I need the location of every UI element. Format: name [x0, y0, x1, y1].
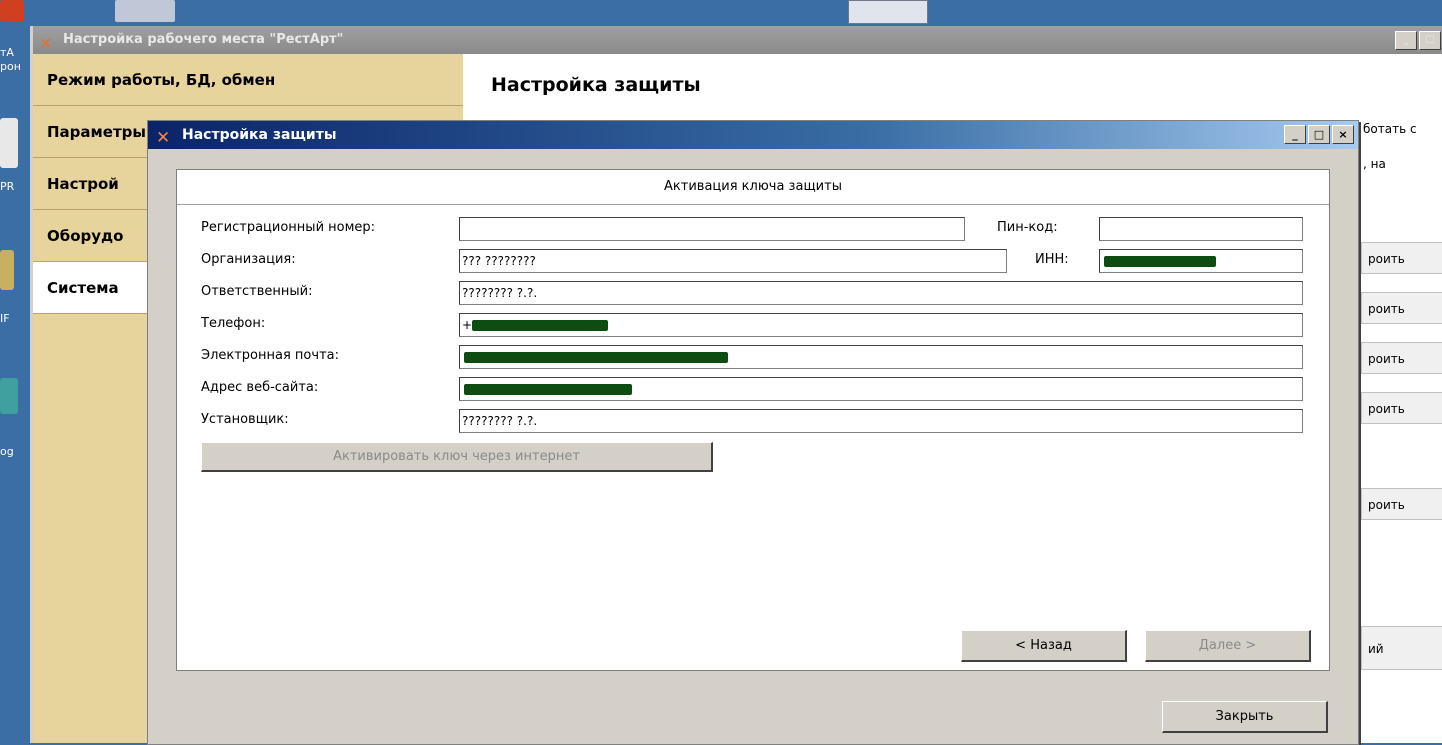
description-text: ботать с [1363, 122, 1417, 136]
activate-online-button[interactable]: Активировать ключ через интернет [201, 442, 713, 472]
redaction-mark [464, 352, 728, 363]
main-window-titlebar[interactable]: ✕ Настройка рабочего места "РестАрт" _ □ [33, 26, 1442, 54]
email-label: Электронная почта: [201, 348, 339, 363]
website-input[interactable] [459, 377, 1303, 401]
configure-button[interactable]: роить [1361, 392, 1442, 424]
pin-label: Пин-код: [997, 220, 1058, 235]
responsible-value: ???????? ?.?. [462, 286, 538, 300]
redaction-mark [1104, 256, 1216, 267]
maximize-button[interactable]: □ [1308, 125, 1330, 144]
tools-icon: ✕ [156, 128, 171, 148]
phone-label: Телефон: [201, 316, 266, 331]
network-shortcut-icon[interactable] [0, 378, 30, 414]
app-shortcut-icon[interactable] [0, 0, 30, 22]
page-title: Настройка защиты [491, 74, 701, 96]
desktop-icon-label: PR [0, 180, 15, 193]
close-icon[interactable]: × [1332, 125, 1354, 144]
configure-button[interactable]: роить [1361, 242, 1442, 274]
maximize-button[interactable]: □ [1419, 31, 1441, 50]
organization-label: Организация: [201, 252, 296, 267]
nav-item-mode-db-exchange[interactable]: Режим работы, БД, обмен [33, 54, 463, 106]
installer-value: ???????? ?.?. [462, 414, 538, 428]
reg-number-input[interactable] [459, 217, 965, 241]
redaction-mark [464, 384, 632, 395]
dialog-titlebar[interactable]: ✕ Настройка защиты _ □ × [148, 121, 1358, 149]
desktop-icon-label: og [0, 445, 14, 458]
panel-header: Активация ключа защиты [177, 170, 1329, 205]
configure-button[interactable]: роить [1361, 342, 1442, 374]
inn-label: ИНН: [1035, 252, 1069, 267]
action-button[interactable]: ий [1361, 626, 1442, 670]
desktop-icon-label: IF [0, 312, 10, 325]
organization-value: ??? ???????? [462, 254, 536, 268]
phone-input[interactable]: + [459, 313, 1303, 337]
reg-number-label: Регистрационный номер: [201, 220, 376, 235]
close-button[interactable]: Закрыть [1162, 701, 1328, 733]
desktop-icon-label: тА [0, 46, 14, 59]
pin-input[interactable] [1099, 217, 1303, 241]
configure-button[interactable]: роить [1361, 488, 1442, 520]
inn-input[interactable] [1099, 249, 1303, 273]
main-window-title: Настройка рабочего места "РестАрт" [63, 32, 344, 47]
configure-button[interactable]: роить [1361, 292, 1442, 324]
redaction-mark [472, 320, 609, 331]
protection-settings-dialog: ✕ Настройка защиты _ □ × Активация ключа… [147, 120, 1359, 745]
back-button[interactable]: < Назад [961, 630, 1127, 662]
computer-icon[interactable] [115, 0, 175, 22]
dialog-title: Настройка защиты [182, 127, 337, 143]
description-text: , на [1363, 157, 1386, 171]
responsible-label: Ответственный: [201, 284, 313, 299]
installer-label: Установщик: [201, 412, 289, 427]
minimize-button[interactable]: _ [1284, 125, 1306, 144]
responsible-input[interactable]: ???????? ?.?. [459, 281, 1303, 305]
minimize-button[interactable]: _ [1395, 31, 1417, 50]
document-shortcut-icon[interactable] [0, 118, 30, 168]
window-icon[interactable] [848, 0, 928, 24]
website-label: Адрес веб-сайта: [201, 380, 319, 395]
archive-shortcut-icon[interactable] [0, 250, 30, 290]
phone-value: + [462, 318, 473, 332]
desktop-icon-label: рон [0, 60, 21, 73]
organization-input[interactable]: ??? ???????? [459, 249, 1007, 273]
next-button[interactable]: Далее > [1145, 630, 1311, 662]
key-activation-panel: Активация ключа защиты Регистрационный н… [176, 169, 1330, 671]
email-input[interactable] [459, 345, 1303, 369]
installer-input[interactable]: ???????? ?.?. [459, 409, 1303, 433]
